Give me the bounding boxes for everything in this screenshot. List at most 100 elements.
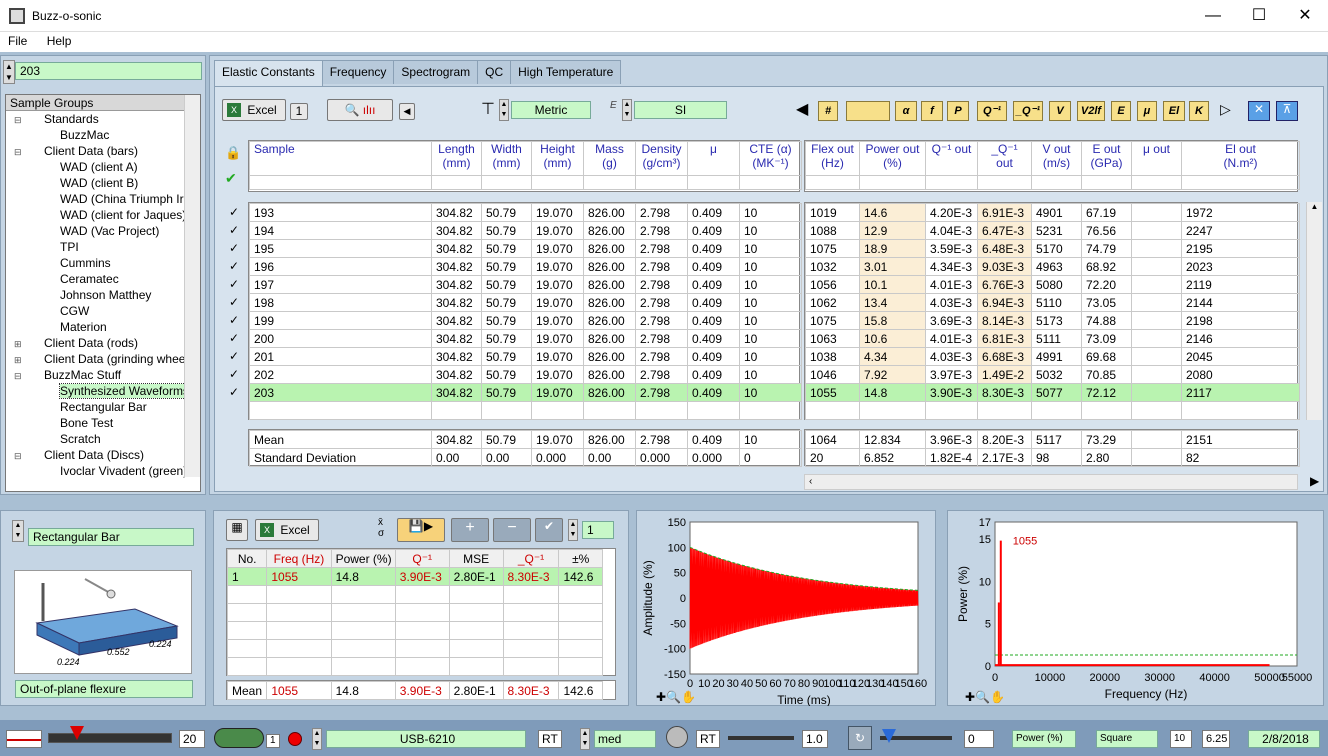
empty-peak-row[interactable] xyxy=(226,657,603,676)
menu-file[interactable]: File xyxy=(0,32,35,50)
close-all-button[interactable]: ✕ xyxy=(1248,101,1270,121)
table-cell[interactable] xyxy=(1131,365,1182,384)
table-cell[interactable]: 12.9 xyxy=(859,221,926,240)
peaks-column-header[interactable]: ±% xyxy=(558,549,603,568)
table-cell[interactable]: 4.20E-3 xyxy=(925,203,978,222)
peak-cell[interactable] xyxy=(394,639,450,658)
peak-cell[interactable] xyxy=(330,639,396,658)
table-cell[interactable]: 4.01E-3 xyxy=(925,275,978,294)
row-check-icon[interactable]: ✓ xyxy=(223,275,245,293)
table-cell[interactable]: 4963 xyxy=(1031,257,1082,276)
peak-cell[interactable] xyxy=(226,621,268,640)
table-cell[interactable]: 50.79 xyxy=(481,311,532,330)
table-cell[interactable]: 3.97E-3 xyxy=(925,365,978,384)
speed-field[interactable]: med xyxy=(594,730,656,748)
clear-button[interactable]: ⊼ xyxy=(1276,101,1298,121)
table-cell[interactable]: 826.00 xyxy=(583,239,636,258)
column-header[interactable]: μ xyxy=(687,141,740,176)
property-button-9[interactable]: E xyxy=(1111,101,1131,121)
property-button-0[interactable]: # xyxy=(818,101,838,121)
device-stepper[interactable]: ▲ ▼ xyxy=(312,728,322,750)
filter-cell[interactable] xyxy=(431,175,482,190)
peak-cell[interactable] xyxy=(226,585,268,604)
table-cell[interactable]: 5173 xyxy=(1031,311,1082,330)
tree-item[interactable]: Ivoclar Vivadent (green) xyxy=(6,463,200,479)
table-cell[interactable]: 2.798 xyxy=(635,329,688,348)
column-header[interactable]: _Q⁻¹ out xyxy=(977,141,1032,176)
tree-item[interactable]: Bone Test xyxy=(6,415,200,431)
peaks-column-header[interactable]: Power (%) xyxy=(330,549,396,568)
table-cell[interactable]: 304.82 xyxy=(431,311,482,330)
table-cell[interactable]: 10 xyxy=(739,347,802,366)
peak-cell[interactable] xyxy=(558,603,603,622)
table-cell[interactable]: 72.20 xyxy=(1081,275,1132,294)
table-cell[interactable] xyxy=(925,401,978,420)
table-row[interactable]: 201 304.82 50.79 19.070 826.00 2.798 0.409 10 xyxy=(249,347,802,366)
peak-cell[interactable]: 2.80E-1 xyxy=(448,567,504,586)
peak-cell[interactable] xyxy=(330,585,396,604)
peak-cell[interactable] xyxy=(502,657,560,676)
table-row[interactable]: 1019 14.6 4.20E-3 6.91E-3 4901 67.19 1972 xyxy=(805,203,1300,222)
table-cell[interactable]: 50.79 xyxy=(481,383,532,402)
peaks-column-header[interactable]: MSE xyxy=(448,549,504,568)
table-row[interactable]: 196 304.82 50.79 19.070 826.00 2.798 0.409 10 xyxy=(249,257,802,276)
empty-peak-row[interactable] xyxy=(226,603,603,622)
peak-cell[interactable] xyxy=(266,657,332,676)
table-cell[interactable] xyxy=(1131,401,1182,420)
table-row[interactable]: 202 304.82 50.79 19.070 826.00 2.798 0.409 10 xyxy=(249,365,802,384)
table-cell[interactable]: 304.82 xyxy=(431,257,482,276)
table-cell[interactable]: 0.409 xyxy=(687,203,740,222)
gain-field[interactable]: 1.0 xyxy=(802,730,828,748)
table-cell[interactable]: 193 xyxy=(249,203,432,222)
tree-item[interactable]: Rectangular Bar xyxy=(6,399,200,415)
table-cell[interactable]: 67.19 xyxy=(1081,203,1132,222)
device-field[interactable]: USB-6210 xyxy=(326,730,526,748)
table-cell[interactable]: 1056 xyxy=(805,275,860,294)
sample-field[interactable]: 203 xyxy=(15,62,202,80)
filter-cell[interactable] xyxy=(1031,175,1082,190)
table-cell[interactable]: 6.68E-3 xyxy=(977,347,1032,366)
peak-cell[interactable] xyxy=(394,603,450,622)
table-cell[interactable] xyxy=(859,401,926,420)
table-cell[interactable]: 15.8 xyxy=(859,311,926,330)
table-row[interactable]: 1038 4.34 4.03E-3 6.68E-3 4991 69.68 2045 xyxy=(805,347,1300,366)
tab-qc[interactable]: QC xyxy=(477,60,512,84)
table-cell[interactable]: 19.070 xyxy=(531,239,584,258)
table-cell[interactable]: 2195 xyxy=(1181,239,1300,258)
table-cell[interactable] xyxy=(1131,239,1182,258)
table-cell[interactable]: 196 xyxy=(249,257,432,276)
table-cell[interactable]: 19.070 xyxy=(531,347,584,366)
peak-count-field[interactable]: 1 xyxy=(582,521,614,539)
table-cell[interactable]: 7.92 xyxy=(859,365,926,384)
table-cell[interactable]: 14.8 xyxy=(859,383,926,402)
filter-row[interactable] xyxy=(805,175,1300,190)
tree-item[interactable]: Ceramatec xyxy=(6,271,200,287)
table-cell[interactable]: 826.00 xyxy=(583,257,636,276)
row-check-icon[interactable]: ✓ xyxy=(223,257,245,275)
table-cell[interactable]: 2247 xyxy=(1181,221,1300,240)
table-cell[interactable] xyxy=(583,401,636,420)
peak-cell[interactable] xyxy=(448,639,504,658)
table-cell[interactable]: 50.79 xyxy=(481,275,532,294)
table-row[interactable]: 199 304.82 50.79 19.070 826.00 2.798 0.409 10 xyxy=(249,311,802,330)
table-cell[interactable]: 50.79 xyxy=(481,221,532,240)
table-cell[interactable]: 1046 xyxy=(805,365,860,384)
peak-cell[interactable] xyxy=(502,603,560,622)
units-stepper[interactable]: ▲ ▼ xyxy=(499,99,509,121)
table-cell[interactable]: 74.79 xyxy=(1081,239,1132,258)
lock-icon[interactable]: 🔒 xyxy=(225,145,241,161)
peak-cell[interactable] xyxy=(266,621,332,640)
table-cell[interactable]: 826.00 xyxy=(583,365,636,384)
table-cell[interactable]: 50.79 xyxy=(481,365,532,384)
column-header[interactable]: Density (g/cm³) xyxy=(635,141,688,176)
table-cell[interactable]: 6.47E-3 xyxy=(977,221,1032,240)
peak-cell[interactable] xyxy=(394,621,450,640)
expander-icon[interactable]: ⊞ xyxy=(14,336,26,352)
table-cell[interactable]: 826.00 xyxy=(583,329,636,348)
table-cell[interactable]: 2144 xyxy=(1181,293,1300,312)
table-cell[interactable]: 826.00 xyxy=(583,383,636,402)
table-row[interactable]: 198 304.82 50.79 19.070 826.00 2.798 0.409 10 xyxy=(249,293,802,312)
table-cell[interactable]: 50.79 xyxy=(481,203,532,222)
table-cell[interactable]: 6.94E-3 xyxy=(977,293,1032,312)
peak-cell[interactable] xyxy=(558,657,603,676)
